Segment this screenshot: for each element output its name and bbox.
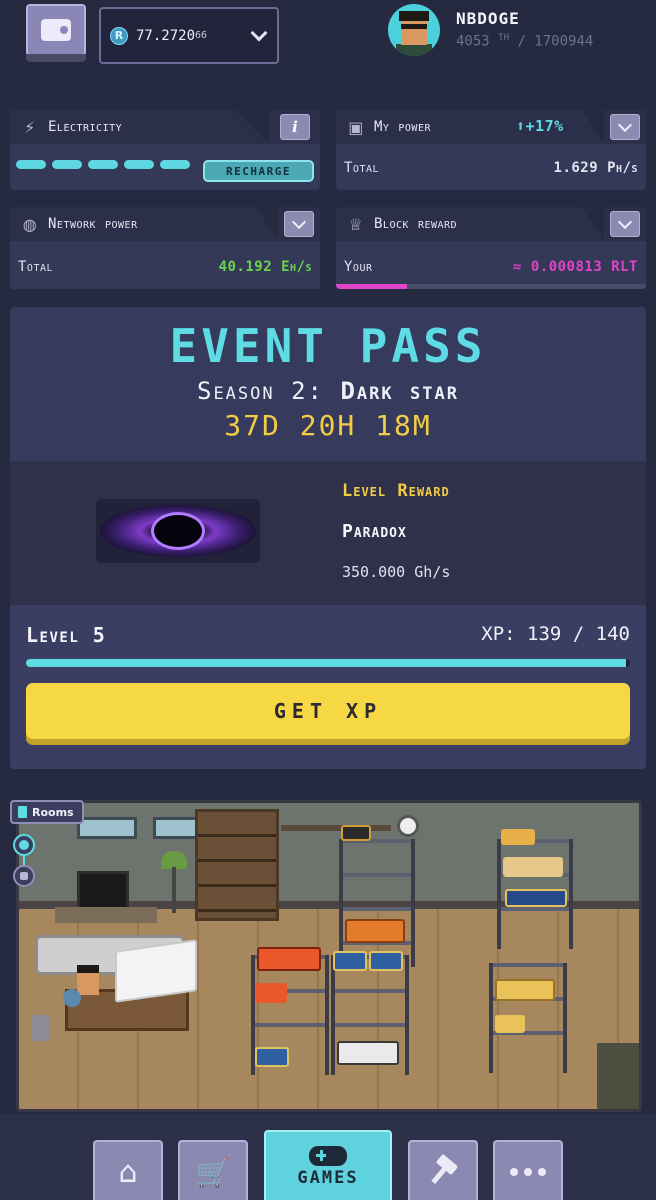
- player-character[interactable]: [77, 965, 99, 995]
- miner[interactable]: [503, 857, 563, 877]
- network-power-value: 40.192 Eh/s: [218, 259, 312, 275]
- block-reward-label: Your: [344, 259, 373, 275]
- miner[interactable]: [341, 825, 371, 841]
- chevron-down-icon: [291, 214, 307, 229]
- block-reward-progress: [336, 284, 646, 289]
- level-label: Level 5: [26, 623, 107, 647]
- more-icon: [510, 1168, 546, 1176]
- block-reward-expand-button[interactable]: [610, 211, 640, 237]
- power-change: ⬆+17%: [516, 117, 564, 135]
- paradox-miner-image: [96, 499, 260, 563]
- arrow-up-icon: ⬆: [516, 117, 526, 135]
- rank-position: 4053: [456, 33, 490, 50]
- home-icon: ⌂: [118, 1154, 138, 1190]
- info-button[interactable]: i: [280, 114, 310, 140]
- electricity-title: Electricity: [48, 119, 123, 135]
- room-2-locked[interactable]: [13, 865, 35, 887]
- season-timer: 37D 20H 18M: [224, 409, 432, 442]
- electricity-level-bar: [16, 160, 190, 169]
- avatar[interactable]: [388, 4, 440, 56]
- chevron-down-icon: [617, 117, 633, 132]
- my-power-card: ▣ My power ⬆+17% Total 1.629 Ph/s: [336, 110, 646, 190]
- rooms-label: Rooms: [32, 805, 74, 819]
- cart-icon: 🛒: [195, 1155, 231, 1189]
- block-reward-value: ≈ 0.000813 RLT: [512, 259, 638, 275]
- balance-small-digits: 66: [195, 30, 208, 41]
- miner[interactable]: [255, 983, 287, 1003]
- lock-icon: [20, 872, 28, 880]
- miner-rack[interactable]: [339, 839, 415, 967]
- reward-name: Paradox: [342, 521, 407, 542]
- season-name: Dark star: [340, 377, 459, 405]
- my-power-title: My power: [374, 119, 431, 135]
- level-reward-label: Level Reward: [342, 481, 450, 501]
- recharge-button[interactable]: RECHARGE: [203, 160, 314, 182]
- balance-selector[interactable]: R 77.2720 66: [99, 7, 279, 64]
- network-power-card: ◍ Network power Total 40.192 Eh/s: [10, 207, 320, 289]
- my-power-value: 1.629 Ph/s: [553, 160, 638, 176]
- miner[interactable]: [501, 829, 535, 845]
- nav-marketplace[interactable]: [408, 1140, 478, 1200]
- event-pass-panel: EVENT PASS Season 2: Dark star 37D 20H 1…: [10, 307, 646, 769]
- miner[interactable]: [495, 979, 555, 1001]
- event-pass-title: EVENT PASS: [169, 319, 487, 373]
- username: NBDOGE: [456, 9, 520, 28]
- power-change-value: +17%: [525, 117, 564, 135]
- trash-bin: [31, 1015, 49, 1041]
- globe-icon: ◍: [22, 214, 38, 234]
- rlt-coin-icon: R: [110, 26, 128, 45]
- block-reward-title: Block reward: [374, 216, 458, 232]
- rank-suffix: TH: [498, 33, 509, 43]
- xp-text: XP: 139 / 140: [481, 623, 630, 645]
- lightning-icon: ⚡: [24, 117, 36, 137]
- monitor-icon: ▣: [348, 117, 364, 137]
- season-prefix: Season 2:: [197, 377, 324, 405]
- tv: [77, 871, 129, 911]
- bookshelf: [195, 809, 279, 921]
- xp-progress-bar: [26, 659, 630, 667]
- gavel-icon: [428, 1157, 458, 1187]
- window: [77, 817, 137, 839]
- wallet-button[interactable]: [26, 4, 86, 62]
- nav-home[interactable]: ⌂: [93, 1140, 163, 1200]
- games-label: GAMES: [297, 1168, 359, 1188]
- network-power-label: Total: [18, 259, 54, 275]
- network-power-title: Network power: [48, 216, 138, 232]
- fan: [63, 989, 81, 1007]
- reward-power: 350.000 Gh/s: [342, 563, 451, 581]
- rank-total: / 1700944: [517, 33, 594, 50]
- nav-more[interactable]: [493, 1140, 563, 1200]
- cabinet: [597, 1043, 639, 1109]
- block-reward-card: ♕ Block reward Your ≈ 0.000813 RLT: [336, 207, 646, 289]
- chevron-down-icon: [617, 214, 633, 229]
- gamepad-icon: [309, 1146, 347, 1166]
- door-icon: [18, 806, 27, 818]
- miner[interactable]: [495, 1015, 525, 1033]
- season-title: Season 2: Dark star: [10, 377, 646, 405]
- my-power-expand-button[interactable]: [610, 114, 640, 140]
- miner[interactable]: [257, 947, 321, 971]
- rank: 4053 TH / 1700944: [456, 33, 593, 50]
- miner[interactable]: [345, 919, 405, 943]
- miner[interactable]: [369, 951, 403, 971]
- bottom-nav: ⌂ 🛒 GAMES: [0, 1114, 656, 1200]
- room-1-selector[interactable]: [13, 834, 35, 856]
- miner[interactable]: [505, 889, 567, 907]
- wallet-icon: [41, 19, 71, 41]
- nav-market[interactable]: 🛒: [178, 1140, 248, 1200]
- my-power-label: Total: [344, 160, 380, 176]
- trophy-icon: ♕: [348, 214, 364, 234]
- mining-room-scene[interactable]: [16, 800, 642, 1112]
- miner[interactable]: [255, 1047, 289, 1067]
- get-xp-button[interactable]: GET XP: [26, 683, 630, 739]
- miner[interactable]: [333, 951, 367, 971]
- network-power-expand-button[interactable]: [284, 211, 314, 237]
- clock-icon: [397, 815, 419, 837]
- rooms-tab[interactable]: Rooms: [10, 800, 84, 824]
- chevron-down-icon: [250, 24, 268, 41]
- miner[interactable]: [337, 1041, 399, 1065]
- balance-value: 77.2720: [136, 27, 196, 44]
- nav-games[interactable]: GAMES: [264, 1130, 392, 1200]
